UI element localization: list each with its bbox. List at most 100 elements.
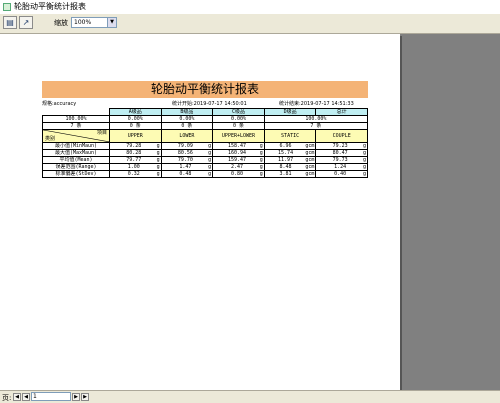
page-number-input[interactable]: 1 [31, 392, 71, 401]
value-cell: 1.24 g [315, 163, 368, 171]
grade-percent-row: 100.00% 0.00% 0.00% 0.00% 100.00% [42, 115, 369, 123]
grade-count: 7 条 [42, 122, 110, 130]
cell-value: 1.24 [334, 164, 347, 170]
value-cell: 0.32 g [109, 170, 162, 178]
value-cell: 11.97 gcm [263, 156, 317, 164]
value-cell: 0.40 g [315, 170, 368, 178]
corner-header: 项目 类别 [42, 129, 110, 143]
grade-pct: 0.00% [160, 115, 214, 123]
row-label: 标准偏差(StDev) [42, 170, 110, 178]
cell-value: 2.47 [230, 164, 243, 170]
chevron-down-icon[interactable]: ▼ [107, 18, 116, 27]
cell-unit: g [208, 171, 212, 177]
column-header: UPPER [109, 129, 162, 143]
value-cell: 159.47 g [212, 156, 265, 164]
cell-value: 1.47 [179, 164, 192, 170]
cell-unit: g [156, 164, 160, 170]
grade-header: A级品 [109, 108, 162, 116]
cell-unit: g [259, 164, 263, 170]
grade-count: 0 条 [109, 122, 162, 130]
value-cell: 79.70 g [160, 156, 214, 164]
value-cell: 79.28 g [109, 142, 162, 150]
value-cell: 80.56 g [160, 149, 214, 157]
app-icon [3, 3, 11, 11]
zoom-label: 缩放 [54, 19, 68, 27]
cell-unit: gcm [305, 143, 315, 149]
next-page-icon[interactable]: ▶ [72, 393, 80, 401]
grade-pct: 0.00% [109, 115, 162, 123]
report-title: 轮胎动平衡统计报表 [42, 81, 368, 98]
first-page-icon[interactable]: ◀ [13, 393, 21, 401]
prev-page-icon[interactable]: ◀ [22, 393, 30, 401]
cell-value: 79.28 [126, 143, 142, 149]
title-bar: 轮胎动平衡统计报表 [0, 0, 500, 15]
corner-category-label: 类别 [45, 136, 56, 142]
value-cell: 160.94 g [212, 149, 265, 157]
cell-unit: g [362, 157, 366, 163]
column-header: UPPER+LOWER [212, 129, 265, 143]
cell-value: 6.96 [279, 143, 292, 149]
report-page: 轮胎动平衡统计报表 规格:accuracy 统计开始:2019-07-17 14… [0, 34, 400, 390]
column-header-row: 项目 类别 UPPER LOWER UPPER+LOWER STATIC COU… [42, 129, 368, 143]
window-title: 轮胎动平衡统计报表 [14, 2, 86, 11]
cell-unit: g [156, 157, 160, 163]
cell-unit: g [362, 171, 366, 177]
cell-value: 160.94 [227, 150, 246, 156]
column-header: LOWER [160, 129, 214, 143]
corner-item-label: 项目 [96, 130, 107, 137]
value-cell: 79.23 g [315, 142, 368, 150]
last-page-icon[interactable]: ▶ [81, 393, 89, 401]
value-cell: 0.80 g [212, 170, 265, 178]
data-rows: 最小值(MinMaun) 79.28 g 79.09 g 158.47 g 6.96 gcm 79… [42, 142, 368, 178]
cell-unit: g [259, 150, 263, 156]
print-icon[interactable]: ▤ [3, 16, 17, 29]
value-cell: 79.09 g [160, 142, 214, 150]
cell-unit: g [208, 157, 212, 163]
cell-value: 80.47 [332, 150, 348, 156]
cell-value: 80.28 [126, 150, 142, 156]
grade-header: D级品 [263, 108, 317, 116]
cell-unit: gcm [305, 157, 315, 163]
preview-viewport[interactable]: 轮胎动平衡统计报表 规格:accuracy 统计开始:2019-07-17 14… [0, 34, 500, 390]
cell-unit: g [259, 171, 263, 177]
column-header: COUPLE [315, 129, 368, 143]
value-cell: 80.28 g [109, 149, 162, 157]
value-cell: 2.47 g [212, 163, 265, 171]
cell-unit: g [362, 164, 366, 170]
cell-value: 0.40 [334, 171, 347, 177]
cell-value: 0.48 [179, 171, 192, 177]
cell-value: 79.23 [332, 143, 348, 149]
status-bar: 页: ◀ ◀ 1 ▶ ▶ [0, 390, 500, 403]
cell-unit: g [208, 150, 212, 156]
value-cell: 6.96 gcm [263, 142, 317, 150]
grade-header: 总计 [315, 108, 368, 116]
cell-value: 159.47 [227, 157, 246, 163]
cell-value: 0.32 [127, 171, 140, 177]
zoom-select[interactable]: 100% ▼ [71, 17, 117, 28]
cell-value: 15.74 [278, 150, 294, 156]
table-row: 误差范围(Range) 1.00 g 1.47 g 2.47 g 8.48 gcm 1.24 g [42, 163, 368, 171]
cell-value: 79.77 [126, 157, 142, 163]
cell-unit: g [259, 143, 263, 149]
value-cell: 158.47 g [212, 142, 265, 150]
grade-header-row: A级品 B级品 C级品 D级品 总计 [42, 108, 368, 116]
cell-value: 0.80 [230, 171, 243, 177]
grade-header: C级品 [212, 108, 265, 116]
export-icon[interactable]: ↗ [19, 16, 33, 29]
cell-unit: g [208, 164, 212, 170]
grade-pct: 100.00% [263, 115, 369, 123]
cell-unit: gcm [305, 150, 315, 156]
grade-pct: 100.00% [42, 115, 110, 123]
grade-pct: 0.00% [212, 115, 265, 123]
start-time: 统计开始:2019-07-17 14:50:01 [172, 101, 247, 107]
cell-unit: g [362, 150, 366, 156]
cell-unit: gcm [305, 171, 315, 177]
cell-value: 79.70 [177, 157, 193, 163]
cell-unit: g [362, 143, 366, 149]
grade-count: 0 条 [160, 122, 214, 130]
cell-unit: gcm [305, 164, 315, 170]
row-label: 平均值(Mean) [42, 156, 110, 164]
cell-value: 79.73 [332, 157, 348, 163]
value-cell: 80.47 g [315, 149, 368, 157]
cell-unit: g [156, 143, 160, 149]
